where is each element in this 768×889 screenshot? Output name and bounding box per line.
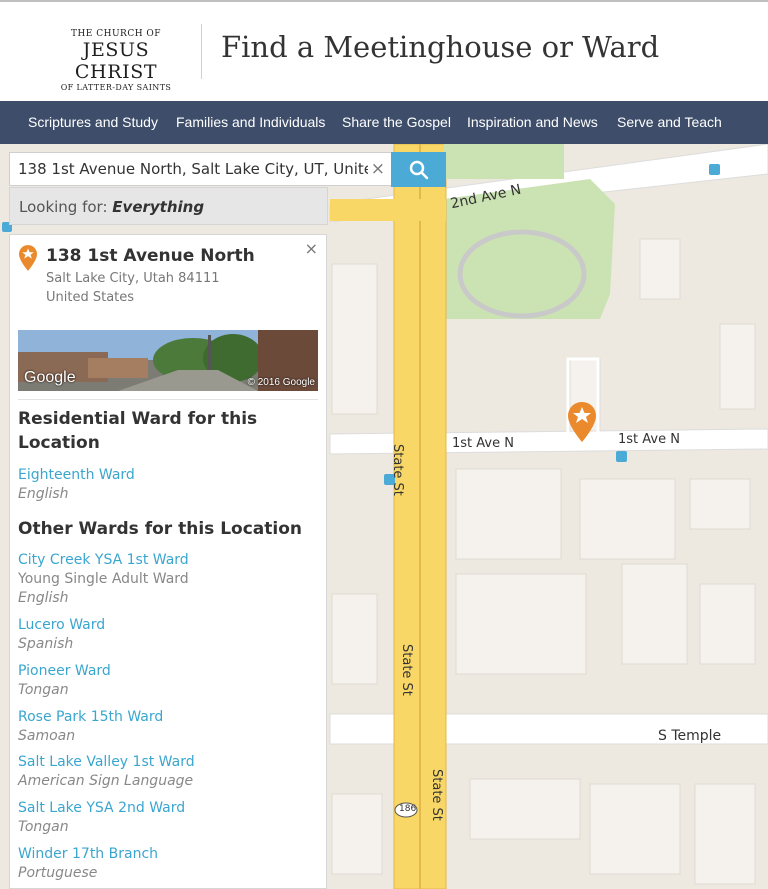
- street-label-1st-ave-right: 1st Ave N: [618, 432, 680, 447]
- church-logo[interactable]: THE CHURCH OF JESUS CHRIST OF LATTER-DAY…: [46, 29, 186, 92]
- logo-line-2: JESUS CHRIST: [74, 39, 158, 83]
- location-pin-icon[interactable]: [568, 402, 596, 442]
- divider: [18, 399, 318, 400]
- ward-link-pioneer[interactable]: Pioneer Ward: [18, 663, 111, 679]
- nav-inspiration-and-news[interactable]: Inspiration and News: [467, 114, 598, 130]
- residential-heading: Residential Ward for this Location: [18, 409, 258, 453]
- main-nav: Scriptures and Study Families and Indivi…: [0, 101, 768, 144]
- header-divider: [201, 24, 202, 79]
- search-button[interactable]: [391, 152, 446, 187]
- nav-serve-and-teach[interactable]: Serve and Teach: [617, 114, 722, 130]
- site-header: THE CHURCH OF JESUS CHRIST OF LATTER-DAY…: [0, 2, 768, 101]
- nav-families-and-individuals[interactable]: Families and Individuals: [176, 114, 325, 130]
- logo-line-3: OF LATTER-DAY SAINTS: [60, 83, 172, 92]
- ward-link-winder-17th[interactable]: Winder 17th Branch: [18, 846, 158, 862]
- nav-scriptures-and-study[interactable]: Scriptures and Study: [28, 114, 158, 130]
- address-city: Salt Lake City, Utah 84111: [46, 271, 220, 286]
- search-box: ×: [9, 152, 392, 186]
- image-copyright: © 2016 Google: [247, 377, 315, 388]
- ward-language: English: [18, 486, 69, 502]
- looking-for-filter[interactable]: Looking for: Everything: [9, 187, 328, 225]
- ward-language: American Sign Language: [18, 773, 194, 789]
- ward-link-city-creek-ysa[interactable]: City Creek YSA 1st Ward: [18, 552, 189, 568]
- logo-line-1: THE CHURCH OF: [70, 29, 162, 39]
- looking-for-value: Everything: [112, 198, 205, 216]
- ward-language: Tongan: [18, 682, 69, 698]
- ward-link-eighteenth[interactable]: Eighteenth Ward: [18, 467, 135, 483]
- street-label-state-mid: State St: [399, 644, 414, 696]
- google-brand: Google: [24, 369, 76, 386]
- street-label-state-upper: State St: [390, 444, 405, 496]
- street-label-s-temple: S Temple: [658, 728, 722, 744]
- address-country: United States: [46, 290, 135, 305]
- ward-language: English: [18, 590, 69, 606]
- ward-language: Samoan: [18, 728, 76, 744]
- ward-type: Young Single Adult Ward: [18, 571, 189, 587]
- location-panel: × 138 1st Avenue North Salt Lake City, U…: [9, 234, 327, 889]
- ward-language: Spanish: [18, 636, 74, 652]
- nav-share-the-gospel[interactable]: Share the Gospel: [342, 114, 451, 130]
- street-view-image[interactable]: Google © 2016 Google: [18, 330, 318, 391]
- other-wards-heading: Other Wards for this Location: [18, 519, 302, 539]
- search-input[interactable]: [18, 160, 368, 178]
- street-label-1st-ave-left: 1st Ave N: [452, 436, 514, 451]
- address-title: 138 1st Avenue North: [46, 246, 255, 266]
- street-label-state-lower: State St: [429, 769, 444, 821]
- clear-search-icon[interactable]: ×: [371, 159, 385, 179]
- ward-link-salt-lake-valley[interactable]: Salt Lake Valley 1st Ward: [18, 754, 195, 770]
- ward-link-salt-lake-ysa-2nd[interactable]: Salt Lake YSA 2nd Ward: [18, 800, 185, 816]
- ward-language: Tongan: [18, 819, 69, 835]
- looking-for-label: Looking for:: [19, 198, 108, 216]
- route-186-label: 186: [399, 804, 417, 814]
- ward-language: Portuguese: [18, 865, 98, 881]
- address-pin-icon: [19, 245, 37, 271]
- page-title: Find a Meetinghouse or Ward: [221, 30, 660, 64]
- ward-link-lucero[interactable]: Lucero Ward: [18, 617, 105, 633]
- close-panel-icon[interactable]: ×: [305, 239, 318, 258]
- ward-link-rose-park[interactable]: Rose Park 15th Ward: [18, 709, 163, 725]
- search-icon: [409, 160, 428, 179]
